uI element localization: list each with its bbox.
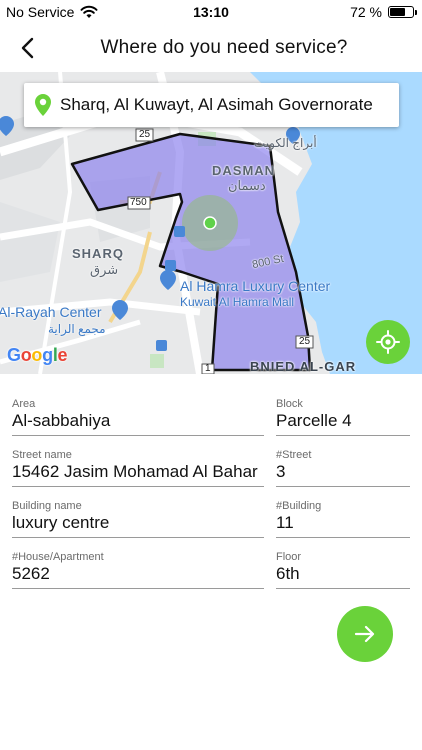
street-name-field[interactable]: Street name 15462 Jasim Mohamad Al Bahar: [12, 449, 264, 487]
map-label-dasman-ar: دسمان: [228, 178, 266, 193]
battery-percent: 72 %: [350, 4, 382, 20]
status-bar: No Service 13:10 72 %: [0, 0, 422, 24]
page-title: Where do you need service?: [100, 37, 348, 58]
battery-icon: [388, 6, 417, 18]
map-label-sharq-ar: شرق: [90, 262, 119, 277]
house-apartment-label: #House/Apartment: [12, 551, 104, 563]
google-logo-letter: e: [57, 345, 68, 365]
next-button[interactable]: [337, 606, 393, 662]
google-logo-letter: g: [42, 345, 53, 365]
google-logo: Google: [7, 345, 68, 366]
map-view[interactable]: 25 750 25 1 DASMAN دسمان SHARQ شرق أبراج…: [0, 72, 422, 374]
battery-level: [390, 8, 406, 16]
floor-field[interactable]: Floor 6th: [276, 551, 410, 589]
map-label-hamra-center: Al Hamra Luxury Center: [180, 278, 331, 294]
bus-stop-icon: [156, 340, 167, 351]
map-label-rayah-center: Al-Rayah Center: [0, 304, 102, 320]
my-location-icon: [376, 330, 400, 354]
house-apartment-field[interactable]: #House/Apartment 5262: [12, 551, 264, 589]
block-label: Block: [276, 398, 303, 410]
google-logo-letter: o: [20, 345, 32, 365]
map-label-dasman: DASMAN: [212, 163, 276, 178]
arrow-right-icon: [354, 625, 375, 643]
google-logo-letter: o: [31, 345, 43, 365]
street-name-label: Street name: [12, 449, 72, 461]
map-label-towers-ar: أبراج الكويت: [254, 136, 317, 150]
street-number-label: #Street: [276, 449, 312, 461]
block-value[interactable]: Parcelle 4: [276, 411, 410, 431]
location-search-bar[interactable]: Sharq, Al Kuwayt, Al Asimah Governorate: [24, 83, 399, 127]
map-label-rayah-ar: مجمع الراية: [48, 322, 106, 336]
floor-value[interactable]: 6th: [276, 564, 410, 584]
map-label-bnied: BNIED AL-GAR: [250, 359, 357, 374]
current-location-dot: [203, 216, 217, 230]
bus-stop-icon: [165, 260, 176, 271]
map-label-hamra-mall: Kuwait Al Hamra Mall: [180, 295, 295, 309]
bus-stop-icon: [174, 226, 185, 237]
google-logo-text: Google: [7, 345, 68, 365]
road-shield-1: 1: [205, 363, 211, 374]
nav-header: Where do you need service?: [0, 26, 422, 70]
house-apartment-value[interactable]: 5262: [12, 564, 264, 584]
area-label: Area: [12, 398, 36, 410]
building-name-label: Building name: [12, 500, 82, 512]
floor-label: Floor: [276, 551, 302, 563]
building-name-field[interactable]: Building name luxury centre: [12, 500, 264, 538]
building-name-value[interactable]: luxury centre: [12, 513, 264, 533]
building-number-value[interactable]: 11: [276, 513, 410, 533]
map-label-sharq: SHARQ: [72, 246, 124, 261]
road-shield-25-top: 25: [139, 129, 151, 140]
google-logo-letter: G: [7, 345, 21, 365]
road-shield-25-bottom: 25: [299, 336, 311, 347]
road-shield-750: 750: [130, 197, 147, 208]
street-name-value[interactable]: 15462 Jasim Mohamad Al Bahar: [12, 462, 264, 482]
street-number-value[interactable]: 3: [276, 462, 410, 482]
building-number-field[interactable]: #Building 11: [276, 500, 410, 538]
area-field[interactable]: Area Al-sabbahiya: [12, 398, 264, 436]
location-pin-icon: [35, 94, 51, 116]
street-number-field[interactable]: #Street 3: [276, 449, 410, 487]
building-number-label: #Building: [276, 500, 322, 512]
my-location-button[interactable]: [366, 320, 410, 364]
location-search-value[interactable]: Sharq, Al Kuwayt, Al Asimah Governorate: [60, 95, 380, 115]
block-field[interactable]: Block Parcelle 4: [276, 398, 410, 436]
area-value[interactable]: Al-sabbahiya: [12, 411, 264, 431]
status-right: 72 %: [350, 4, 417, 20]
